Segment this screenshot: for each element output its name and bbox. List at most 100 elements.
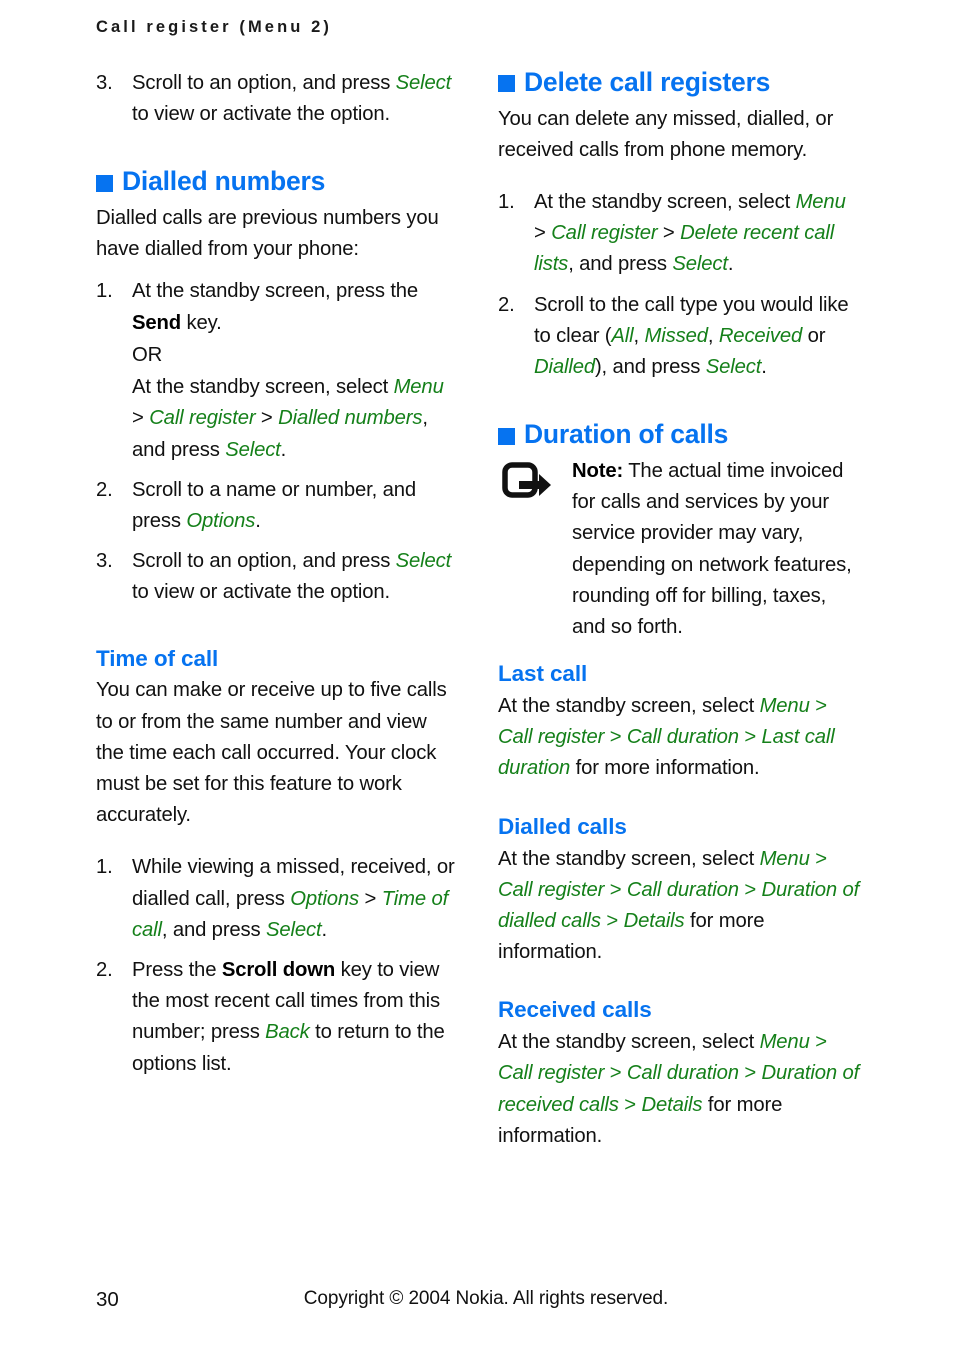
ui-term: Received — [718, 324, 803, 347]
step-text: At the standby screen, select — [132, 376, 394, 399]
step-text: key. — [180, 311, 222, 334]
heading-text: Duration of calls — [524, 419, 729, 450]
ui-term: Call register — [498, 1062, 605, 1085]
path-separator: > — [809, 695, 827, 718]
note-label: Note: — [572, 459, 624, 482]
path-separator: > — [738, 726, 762, 749]
page-columns: 3. Scroll to an option, and press Select … — [96, 67, 876, 1248]
ui-term: Back — [265, 1021, 310, 1044]
ui-term: Options — [290, 887, 360, 910]
ui-term: Details — [623, 909, 685, 932]
list-item: 1. While viewing a missed, received, or d… — [96, 852, 458, 946]
heading-dialled-numbers: Dialled numbers — [96, 167, 458, 197]
step-text: to view or activate the option. — [132, 581, 391, 604]
ui-term: Select — [705, 356, 762, 379]
delete-call-registers-steps: 1. At the standby screen, select Menu > C… — [498, 187, 860, 383]
ui-term: Call register — [551, 222, 658, 245]
step-text: . — [280, 438, 287, 461]
paragraph-last-call: At the standby screen, select Menu > Cal… — [498, 691, 860, 785]
step-text: , and press — [568, 253, 673, 276]
step-text: . — [321, 918, 327, 941]
step-number: 1. — [96, 280, 113, 303]
ui-term: Call register — [498, 878, 605, 901]
step-number: 3. — [96, 72, 113, 94]
ui-term: Options — [186, 509, 256, 532]
ui-term: Call register — [498, 726, 605, 749]
continued-step-list: 3. Scroll to an option, and press Select … — [96, 68, 458, 130]
path-separator: > — [618, 1093, 642, 1116]
heading-last-call: Last call — [498, 661, 588, 687]
ui-term: Dialled — [534, 356, 595, 379]
path-separator: > — [657, 222, 681, 245]
step-text: or — [802, 324, 826, 347]
step-number: 2. — [96, 478, 113, 501]
paragraph: You can make or receive up to five calls… — [96, 679, 447, 827]
step-number: 1. — [96, 856, 113, 879]
square-bullet-icon — [498, 427, 515, 445]
ui-term: Select — [395, 72, 452, 94]
copyright-notice: Copyright © 2004 Nokia. All rights reser… — [303, 1288, 669, 1309]
alternative-instruction: At the standby screen, select Menu > Cal… — [132, 372, 458, 466]
key-name: Send — [132, 311, 181, 334]
ui-term: Dialled numbers — [278, 407, 423, 430]
heading-text: Dialled numbers — [122, 166, 326, 197]
list-item: 3. Scroll to an option, and press Select … — [96, 68, 458, 130]
step-text: , and press — [161, 918, 267, 941]
list-item: 1. At the standby screen, press the Send … — [96, 276, 458, 465]
left-column: 3. Scroll to an option, and press Select … — [96, 68, 458, 1091]
ui-term: Call duration — [626, 1062, 739, 1085]
step-text: At the standby screen, press the — [132, 280, 419, 303]
ui-term: Menu — [759, 1031, 810, 1054]
ui-term: Menu — [759, 695, 810, 718]
ui-term: Select — [266, 918, 322, 941]
ui-term: Details — [641, 1093, 703, 1116]
path-separator: > — [604, 726, 627, 749]
right-column: Delete call registers You can delete any… — [498, 67, 860, 1163]
step-number: 1. — [498, 191, 515, 214]
path-separator: > — [132, 407, 150, 430]
step-text: . — [761, 356, 767, 379]
step-text: , — [707, 324, 719, 347]
square-bullet-icon — [498, 75, 515, 93]
path-separator: > — [738, 1062, 762, 1085]
paragraph-text: At the standby screen, select — [498, 695, 760, 718]
path-separator: > — [809, 847, 827, 870]
path-separator: > — [600, 909, 624, 932]
note-text: Note: The actual time invoiced for calls… — [572, 456, 860, 643]
path-separator: > — [738, 878, 762, 901]
path-separator: > — [534, 222, 552, 245]
ui-term: Call duration — [626, 726, 739, 749]
step-text: Press the — [132, 959, 222, 982]
heading-text: Delete call registers — [524, 67, 771, 97]
step-text: to view or activate the option. — [132, 103, 391, 126]
paragraph-text: At the standby screen, select — [498, 847, 760, 870]
step-number: 2. — [96, 959, 113, 982]
list-item: 1. At the standby screen, select Menu > C… — [498, 187, 860, 281]
path-separator: > — [604, 1062, 627, 1085]
paragraph-received-calls: At the standby screen, select Menu > Cal… — [498, 1027, 860, 1152]
ui-term: Select — [395, 550, 452, 573]
step-text: At the standby screen, select — [534, 191, 796, 214]
paragraph-text: At the standby screen, select — [498, 1031, 760, 1054]
step-text: Scroll to an option, and press — [132, 72, 396, 94]
heading-dialled-calls: Dialled calls — [498, 813, 627, 839]
list-item: 2. Scroll to the call type you would like… — [498, 290, 860, 384]
ui-term: Select — [672, 253, 728, 276]
paragraph-text: for more information. — [570, 757, 760, 780]
note-body: The actual time invoiced for calls and s… — [572, 459, 852, 638]
list-item: 2. Press the Scroll down key to view the … — [96, 955, 458, 1080]
step-text: , — [633, 324, 645, 347]
path-separator: > — [604, 878, 627, 901]
key-name: Scroll down — [221, 959, 336, 982]
heading-time-of-call: Time of call — [96, 645, 219, 671]
step-text: . — [255, 509, 261, 532]
heading-received-calls: Received calls — [498, 997, 652, 1023]
note-pointer-icon — [502, 462, 554, 502]
ui-term: All — [611, 324, 634, 347]
